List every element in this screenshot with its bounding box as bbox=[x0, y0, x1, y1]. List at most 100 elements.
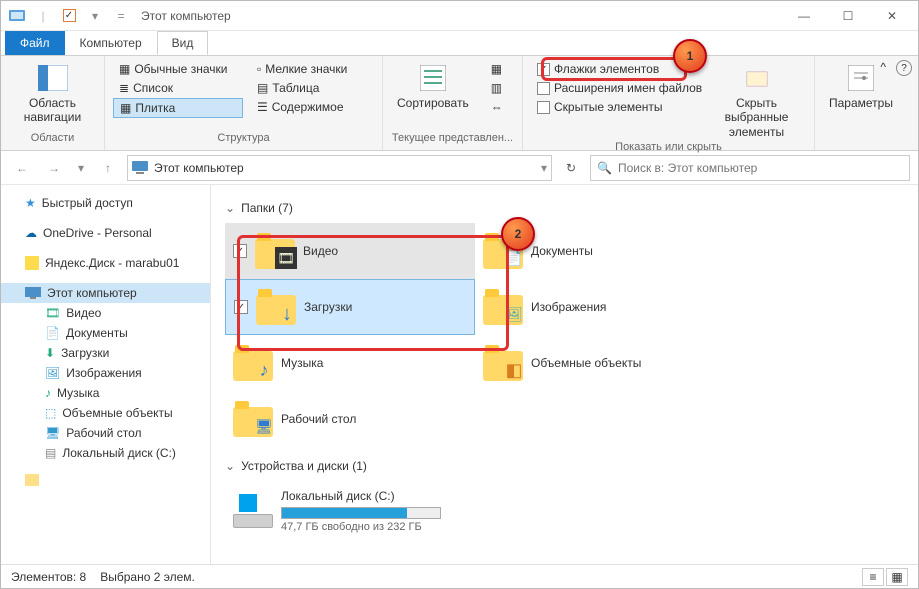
hide-icon bbox=[741, 62, 773, 94]
add-columns-button[interactable]: ▥ bbox=[485, 79, 509, 97]
view-details-button[interactable]: ≡ bbox=[862, 568, 884, 586]
tree-pictures[interactable]: 🖼Изображения bbox=[1, 363, 210, 383]
sort-button[interactable]: Сортировать bbox=[391, 60, 475, 112]
forward-button[interactable]: → bbox=[41, 155, 67, 181]
folder-videos[interactable]: 🎞 Видео bbox=[225, 223, 475, 279]
layout-small-icons[interactable]: ▫Мелкие значки bbox=[251, 60, 371, 78]
folder-downloads[interactable]: ↓ Загрузки bbox=[225, 279, 475, 335]
badge-2: 2 bbox=[501, 217, 535, 251]
checkbox-icon bbox=[537, 82, 550, 95]
item-checkbox[interactable] bbox=[233, 244, 247, 258]
disk-icon: ▤ bbox=[45, 446, 56, 460]
tree-quick-access[interactable]: ★Быстрый доступ bbox=[1, 193, 210, 213]
tree-downloads[interactable]: ⬇Загрузки bbox=[1, 343, 210, 363]
group-label-options bbox=[823, 132, 891, 146]
picture-icon: 🖼 bbox=[45, 366, 60, 380]
view-thumbnails-button[interactable]: ▦ bbox=[886, 568, 908, 586]
folder-icon bbox=[25, 474, 39, 486]
ribbon-group-current-view: Сортировать ▦ ▥ ⇔ Текущее представлен... bbox=[383, 56, 523, 150]
badge-1: 1 bbox=[673, 39, 707, 73]
columns-icon: ▥ bbox=[491, 81, 502, 95]
folder-icon: ↓ bbox=[256, 287, 296, 327]
folder-3d-objects[interactable]: ◧Объемные объекты bbox=[475, 335, 725, 391]
fit-icon: ⇔ bbox=[491, 100, 503, 114]
capacity-bar bbox=[281, 507, 441, 519]
tree-videos[interactable]: 🎞Видео bbox=[1, 303, 210, 323]
group-label-layout: Структура bbox=[113, 132, 374, 146]
drives-grid: Локальный диск (C:) 47,7 ГБ свободно из … bbox=[225, 481, 904, 541]
ribbon-group-panes: Область навигации Области bbox=[1, 56, 105, 150]
layout-list[interactable]: ≣Список bbox=[113, 79, 243, 97]
qat-checkbox-icon[interactable] bbox=[57, 5, 81, 27]
navigation-tree[interactable]: ★Быстрый доступ ☁OneDrive - Personal Янд… bbox=[1, 185, 211, 564]
tree-this-pc[interactable]: Этот компьютер bbox=[1, 283, 210, 303]
tree-3d-objects[interactable]: ⬚Объемные объекты bbox=[1, 403, 210, 423]
address-field[interactable]: Этот компьютер ▾ bbox=[127, 155, 552, 181]
folder-label: Загрузки bbox=[304, 300, 352, 314]
qat-dropdown-icon[interactable]: ▾ bbox=[83, 5, 107, 27]
hide-selected-button[interactable]: Скрыть выбранные элементы bbox=[707, 60, 806, 141]
explorer-body: ★Быстрый доступ ☁OneDrive - Personal Янд… bbox=[1, 185, 918, 564]
group-by-button[interactable]: ▦ bbox=[485, 60, 509, 78]
video-icon: 🎞 bbox=[45, 306, 60, 320]
navigation-pane-button[interactable]: Область навигации bbox=[9, 60, 96, 127]
quick-access-toolbar: | ▾ = bbox=[5, 5, 133, 27]
close-button[interactable]: ✕ bbox=[870, 2, 914, 30]
folder-icon: ◧ bbox=[483, 343, 523, 383]
drive-local-c[interactable]: Локальный диск (C:) 47,7 ГБ свободно из … bbox=[225, 481, 525, 541]
breadcrumb[interactable]: Этот компьютер bbox=[154, 161, 244, 175]
qat-overflow-icon[interactable]: = bbox=[109, 5, 133, 27]
tree-item-cut[interactable] bbox=[1, 471, 210, 489]
sort-label: Сортировать bbox=[397, 96, 469, 110]
cube-icon: ⬚ bbox=[45, 406, 56, 420]
drives-group-header[interactable]: ⌄Устройства и диски (1) bbox=[225, 459, 904, 473]
content-pane[interactable]: ⌄Папки (7) 🎞Видео 📄Документы ↓Загрузки 🖼… bbox=[211, 185, 918, 564]
layout-content[interactable]: ☰Содержимое bbox=[251, 98, 371, 116]
recent-dropdown[interactable]: ▾ bbox=[73, 155, 89, 181]
folder-label: Рабочий стол bbox=[281, 412, 356, 426]
table-icon: ▤ bbox=[257, 81, 268, 95]
pc-icon bbox=[25, 287, 41, 299]
tree-yandex-disk[interactable]: Яндекс.Диск - marabu01 bbox=[1, 253, 210, 273]
layout-tiles[interactable]: ▦Плитка bbox=[113, 98, 243, 118]
maximize-button[interactable]: ☐ bbox=[826, 2, 870, 30]
search-input[interactable] bbox=[618, 161, 903, 175]
back-button[interactable]: ← bbox=[9, 155, 35, 181]
folders-group-header[interactable]: ⌄Папки (7) bbox=[225, 201, 904, 215]
drive-label: Локальный диск (C:) bbox=[281, 489, 441, 503]
group-label-panes: Области bbox=[9, 132, 96, 146]
minimize-button[interactable]: — bbox=[782, 2, 826, 30]
hidden-items-toggle[interactable]: Скрытые элементы bbox=[531, 98, 699, 116]
refresh-button[interactable]: ↻ bbox=[558, 155, 584, 181]
document-icon: 📄 bbox=[45, 326, 60, 340]
address-dropdown-icon[interactable]: ▾ bbox=[541, 161, 547, 175]
cloud-icon: ☁ bbox=[25, 226, 37, 240]
folder-music[interactable]: ♪Музыка bbox=[225, 335, 475, 391]
tree-music[interactable]: ♪Музыка bbox=[1, 383, 210, 403]
folder-label: Видео bbox=[303, 244, 338, 258]
tree-onedrive[interactable]: ☁OneDrive - Personal bbox=[1, 223, 210, 243]
tab-view[interactable]: Вид bbox=[157, 31, 209, 55]
search-box[interactable]: 🔍 bbox=[590, 155, 910, 181]
hide-label: Скрыть выбранные элементы bbox=[713, 96, 800, 139]
item-checkbox[interactable] bbox=[234, 300, 248, 314]
tab-file[interactable]: Файл bbox=[5, 31, 65, 55]
up-button[interactable]: ↑ bbox=[95, 155, 121, 181]
checkbox-icon bbox=[537, 101, 550, 114]
tree-local-disk[interactable]: ▤Локальный диск (C:) bbox=[1, 443, 210, 463]
layout-medium-icons[interactable]: ▦Обычные значки bbox=[113, 60, 243, 78]
folder-pictures[interactable]: 🖼Изображения bbox=[475, 279, 725, 335]
options-button[interactable]: Параметры bbox=[823, 60, 899, 112]
size-columns-button[interactable]: ⇔ bbox=[485, 98, 509, 116]
tree-desktop[interactable]: 🖥Рабочий стол bbox=[1, 423, 210, 443]
folder-desktop[interactable]: 🖥Рабочий стол bbox=[225, 391, 475, 447]
options-label: Параметры bbox=[829, 96, 893, 110]
tab-computer[interactable]: Компьютер bbox=[65, 31, 157, 55]
folder-icon: 🎞 bbox=[255, 231, 295, 271]
drive-free-text: 47,7 ГБ свободно из 232 ГБ bbox=[281, 521, 441, 533]
layout-details[interactable]: ▤Таблица bbox=[251, 79, 371, 97]
tiles-icon: ▦ bbox=[120, 101, 131, 115]
options-icon bbox=[845, 62, 877, 94]
file-extensions-toggle[interactable]: Расширения имен файлов bbox=[531, 79, 699, 97]
tree-documents[interactable]: 📄Документы bbox=[1, 323, 210, 343]
